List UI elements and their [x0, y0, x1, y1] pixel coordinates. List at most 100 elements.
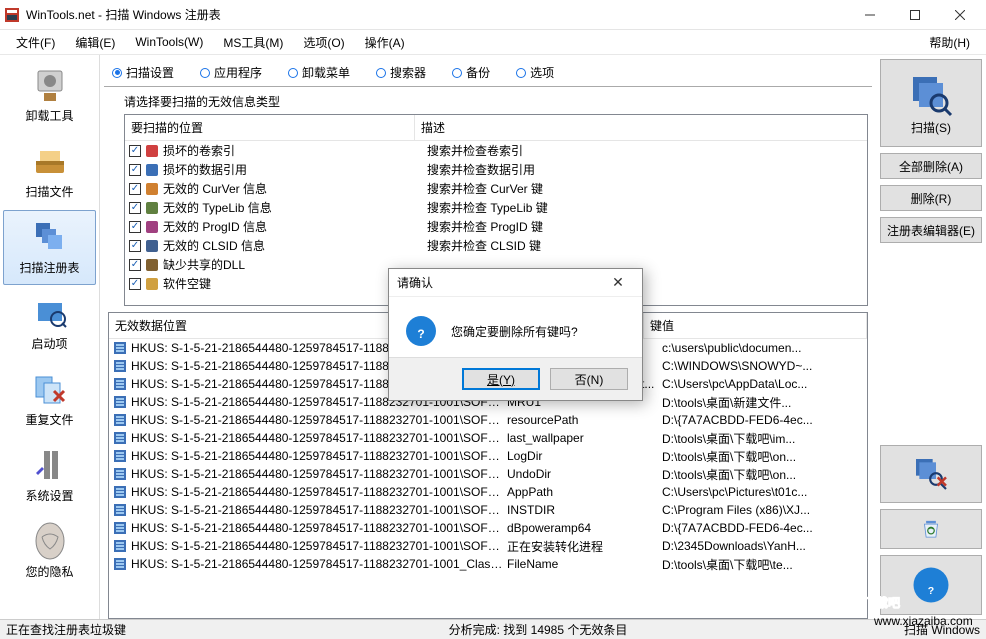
tab-2[interactable]: 卸载菜单 [284, 62, 354, 83]
scan-row-location: 无效的 CLSID 信息 [163, 237, 427, 254]
sidebar-item-startup[interactable]: 启动项 [3, 286, 96, 361]
scan-row-desc: 搜索并检查 ProgID 键 [427, 218, 867, 235]
sidebar-item-label: 重复文件 [25, 411, 73, 428]
sidebar-item-privacy[interactable]: 您的隐私 [3, 514, 96, 589]
registry-editor-button[interactable]: 注册表编辑器(E) [880, 217, 982, 243]
statusbar: 正在查找注册表垃圾键 分析完成: 找到 14985 个无效条目 扫描 Windo… [0, 619, 986, 639]
maximize-button[interactable] [892, 1, 937, 29]
sidebar-item-label: 扫描文件 [25, 183, 73, 200]
delete-button[interactable]: 删除(R) [880, 185, 982, 211]
result-location: HKUS: S-1-5-21-2186544480-1259784517-118… [131, 431, 507, 445]
scan-row[interactable]: 损坏的数据引用搜索并检查数据引用 [125, 160, 867, 179]
scan-row-desc: 搜索并检查卷索引 [427, 142, 867, 159]
result-row[interactable]: HKUS: S-1-5-21-2186544480-1259784517-118… [109, 537, 867, 555]
sidebar-item-sysset[interactable]: 系统设置 [3, 438, 96, 513]
scan-row-desc: 搜索并检查 CLSID 键 [427, 237, 867, 254]
close-button[interactable] [937, 1, 982, 29]
sidebar-item-dupfiles[interactable]: 重复文件 [3, 362, 96, 437]
scan-row-desc: 搜索并检查 TypeLib 键 [427, 199, 867, 216]
sidebar-item-label: 系统设置 [25, 487, 73, 504]
checkbox[interactable] [129, 278, 141, 290]
tab-label: 搜索器 [390, 64, 426, 81]
dialog-title: 请确认 [397, 274, 602, 291]
result-row[interactable]: HKUS: S-1-5-21-2186544480-1259784517-118… [109, 447, 867, 465]
menu-help[interactable]: 帮助(H) [919, 32, 980, 53]
result-keyvalue: D:\{7A7ACBDD-FED6-4ec... [662, 521, 867, 535]
scan-row-location: 无效的 ProgID 信息 [163, 218, 427, 235]
tabs: 扫描设置 应用程序卸载菜单 搜索器 备份选项 [104, 59, 872, 87]
scan-header-location[interactable]: 要扫描的位置 [125, 115, 415, 140]
checkbox[interactable] [129, 259, 141, 271]
results-header-value[interactable]: 键值 [644, 313, 867, 338]
dialog-no-button[interactable]: 否(N) [550, 368, 628, 390]
checkbox[interactable] [129, 164, 141, 176]
minimize-button[interactable] [847, 1, 892, 29]
sidebar-item-uninstall[interactable]: 卸载工具 [3, 58, 96, 133]
recycle-bin-button[interactable] [880, 509, 982, 549]
result-location: HKUS: S-1-5-21-2186544480-1259784517-118… [131, 557, 507, 571]
menu-wintools[interactable]: WinTools(W) [125, 33, 213, 51]
tab-5[interactable]: 选项 [512, 62, 558, 83]
row-icon [145, 182, 159, 196]
checkbox[interactable] [129, 202, 141, 214]
sidebar-item-label: 您的隐私 [25, 563, 73, 580]
sidebar-item-scanfiles[interactable]: 扫描文件 [3, 134, 96, 209]
scan-button[interactable]: 扫描(S) [880, 59, 982, 147]
scan-row[interactable]: 无效的 ProgID 信息搜索并检查 ProgID 键 [125, 217, 867, 236]
sidebar-item-label: 卸载工具 [25, 107, 73, 124]
scanreg-icon [30, 217, 70, 257]
menu-file[interactable]: 文件(F) [6, 32, 65, 53]
result-keyvalue: D:\tools\桌面\下载吧\im... [662, 430, 867, 447]
menu-mstools[interactable]: MS工具(M) [213, 32, 293, 53]
result-keyname: AppPath [507, 485, 662, 499]
scan-row-location: 无效的 TypeLib 信息 [163, 199, 427, 216]
registry-icon [113, 467, 127, 481]
scan-row[interactable]: 无效的 CurVer 信息搜索并检查 CurVer 键 [125, 179, 867, 198]
result-keyname: dBpoweramp64 [507, 521, 662, 535]
checkbox[interactable] [129, 240, 141, 252]
registry-icon [113, 395, 127, 409]
inspect-button[interactable] [880, 445, 982, 503]
sidebar-item-scanreg[interactable]: 扫描注册表 [3, 210, 96, 285]
row-icon [145, 144, 159, 158]
tab-4[interactable]: 备份 [448, 62, 494, 83]
result-row[interactable]: HKUS: S-1-5-21-2186544480-1259784517-118… [109, 483, 867, 501]
radio-icon [516, 68, 526, 78]
registry-icon [113, 341, 127, 355]
scan-row-location: 损坏的数据引用 [163, 161, 427, 178]
menu-edit[interactable]: 编辑(E) [65, 32, 125, 53]
scan-header-desc[interactable]: 描述 [415, 115, 867, 140]
checkbox[interactable] [129, 221, 141, 233]
result-keyvalue: D:\2345Downloads\YanH... [662, 539, 867, 553]
menu-action[interactable]: 操作(A) [355, 32, 415, 53]
tab-3[interactable]: 搜索器 [372, 62, 430, 83]
scan-row[interactable]: 无效的 CLSID 信息搜索并检查 CLSID 键 [125, 236, 867, 255]
checkbox[interactable] [129, 183, 141, 195]
menu-options[interactable]: 选项(O) [293, 32, 354, 53]
registry-icon [113, 431, 127, 445]
delete-all-button[interactable]: 全部删除(A) [880, 153, 982, 179]
result-row[interactable]: HKUS: S-1-5-21-2186544480-1259784517-118… [109, 465, 867, 483]
result-row[interactable]: HKUS: S-1-5-21-2186544480-1259784517-118… [109, 411, 867, 429]
result-keyvalue: C:\Program Files (x86)\XJ... [662, 503, 867, 517]
confirm-dialog: 请确认 ✕ ? 您确定要删除所有键吗? 是(Y) 否(N) [388, 268, 643, 401]
dialog-yes-button[interactable]: 是(Y) [462, 368, 540, 390]
result-location: HKUS: S-1-5-21-2186544480-1259784517-118… [131, 503, 507, 517]
result-row[interactable]: HKUS: S-1-5-21-2186544480-1259784517-118… [109, 429, 867, 447]
svg-text:www.xiazaiba.com: www.xiazaiba.com [873, 614, 973, 628]
dialog-close-button[interactable]: ✕ [602, 274, 634, 291]
result-row[interactable]: HKUS: S-1-5-21-2186544480-1259784517-118… [109, 501, 867, 519]
tab-label: 扫描设置 [126, 64, 174, 81]
scan-row[interactable]: 无效的 TypeLib 信息搜索并检查 TypeLib 键 [125, 198, 867, 217]
result-row[interactable]: HKUS: S-1-5-21-2186544480-1259784517-118… [109, 519, 867, 537]
tab-1[interactable]: 应用程序 [196, 62, 266, 83]
checkbox[interactable] [129, 145, 141, 157]
result-row[interactable]: HKUS: S-1-5-21-2186544480-1259784517-118… [109, 555, 867, 573]
radio-icon [376, 68, 386, 78]
privacy-icon [30, 521, 70, 561]
scan-row[interactable]: 损坏的卷索引搜索并检查卷索引 [125, 141, 867, 160]
result-location: HKUS: S-1-5-21-2186544480-1259784517-118… [131, 485, 507, 499]
registry-icon [113, 557, 127, 571]
tab-0[interactable]: 扫描设置 [108, 62, 178, 83]
app-icon [4, 7, 20, 23]
